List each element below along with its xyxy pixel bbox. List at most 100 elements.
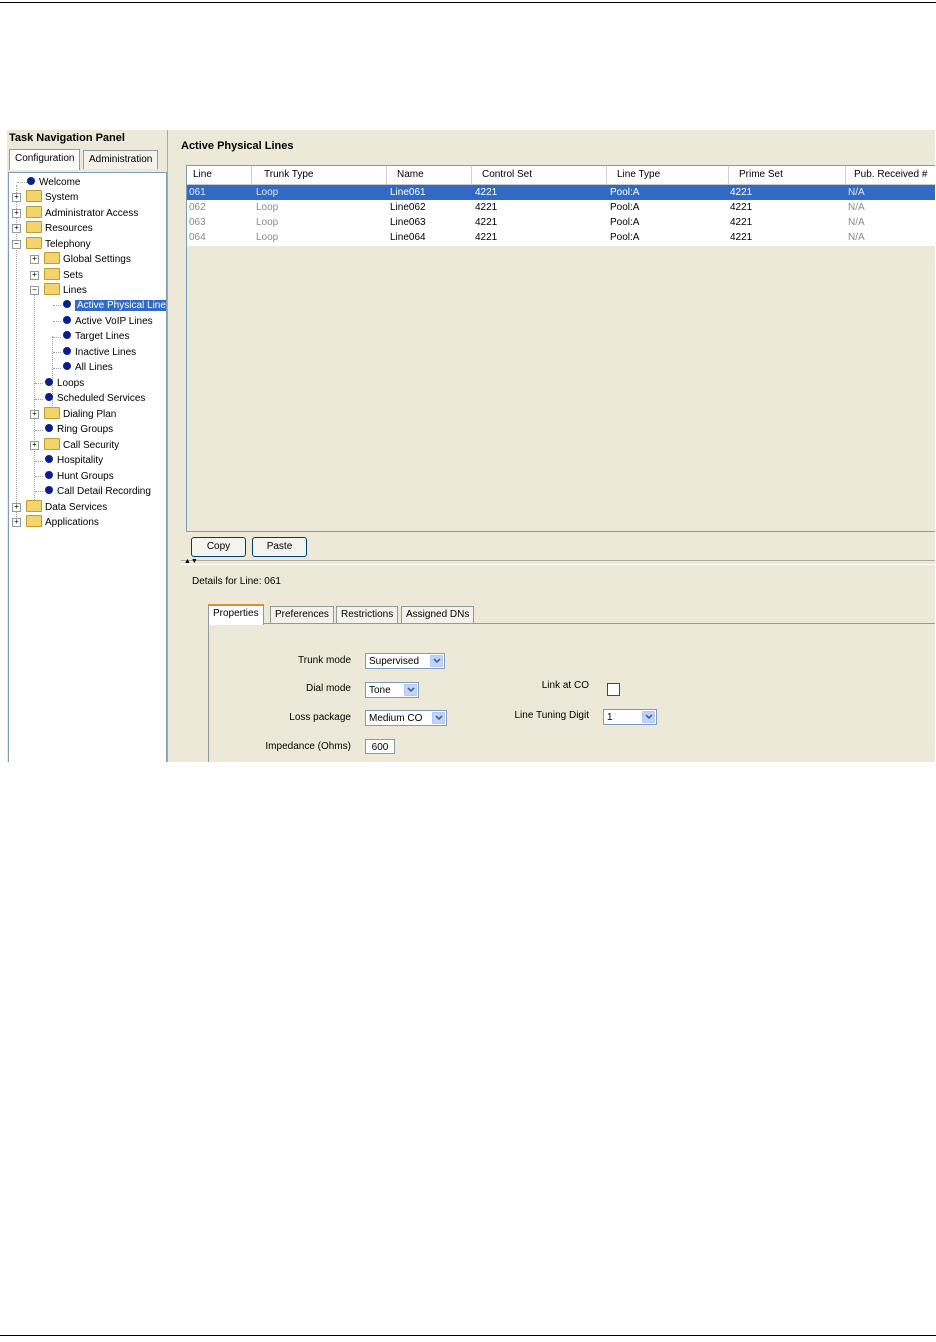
table-cell: 4221 [475,232,498,243]
tree-item-label: Dialing Plan [63,409,117,420]
tree-item-resources[interactable]: + Resources [12,221,93,236]
tree-item-ring-groups[interactable]: Ring Groups [45,422,113,437]
folder-icon [26,221,42,234]
tab-restrictions[interactable]: Restrictions [336,606,399,623]
column-header-pub-received[interactable]: Pub. Received # [846,166,935,184]
tree-item-target-lines[interactable]: Target Lines [63,329,129,344]
tree-item-label: Hospitality [57,455,104,466]
table-cell: N/A [848,187,865,198]
collapse-icon[interactable]: − [12,240,21,249]
copy-button[interactable]: Copy [191,537,246,557]
tree-item-applications[interactable]: + Applications [12,515,99,530]
table-cell: Loop [256,187,279,198]
tree-item-active-physical-lines[interactable]: Active Physical Line [63,298,166,313]
tree-item-all-lines[interactable]: All Lines [63,360,113,375]
tree-item-active-voip-lines[interactable]: Active VoIP Lines [63,314,153,329]
tree-item-system[interactable]: + System [12,190,78,205]
tree-connector [35,430,43,431]
tree-connector [35,383,43,384]
table-cell: 4221 [475,217,498,228]
tab-preferences[interactable]: Preferences [270,606,334,623]
split-divider[interactable] [181,560,935,565]
panel-splitter[interactable] [167,130,172,762]
tree-item-scheduled-services[interactable]: Scheduled Services [45,391,145,406]
trunk-mode-value: Supervised [369,656,420,667]
tree-item-label: Loops [57,378,85,389]
tree-item-data-services[interactable]: + Data Services [12,500,107,515]
folder-icon [44,438,60,451]
tab-administration[interactable]: Administration [83,150,159,169]
column-header-line[interactable]: Line [187,166,252,184]
line-tuning-digit-select[interactable]: 1 [603,709,657,725]
table-cell: 4221 [730,232,753,243]
tree-connector [35,491,43,492]
folder-icon [26,515,42,528]
dial-mode-value: Tone [369,685,391,696]
link-at-co-checkbox[interactable] [607,683,620,696]
tree-connector [53,352,61,353]
column-header-name[interactable]: Name [387,166,472,184]
tree-item-label: Active Physical Line [75,300,166,311]
trunk-mode-select[interactable]: Supervised [365,653,445,669]
tab-properties[interactable]: Properties [208,604,264,625]
tree-connector [53,337,61,338]
collapse-icon[interactable]: − [30,286,39,295]
expand-icon[interactable]: + [12,209,21,218]
expand-icon[interactable]: + [30,410,39,419]
tree-item-welcome[interactable]: Welcome [27,175,81,190]
page-title: Active Physical Lines [181,140,294,152]
nav-panel-title: Task Navigation Panel [9,132,125,144]
expand-icon[interactable]: + [12,193,21,202]
expand-icon[interactable]: + [12,518,21,527]
chevron-down-icon[interactable] [642,711,655,723]
tree-item-call-security[interactable]: + Call Security [30,438,120,453]
column-header-control-set[interactable]: Control Set [472,166,607,184]
tree-item-sets[interactable]: + Sets [30,268,83,283]
tree-item-telephony[interactable]: − Telephony [12,237,91,252]
chevron-down-icon[interactable] [404,684,417,696]
expand-icon[interactable]: + [30,441,39,450]
column-header-trunk-type[interactable]: Trunk Type [252,166,387,184]
tree-item-hospitality[interactable]: Hospitality [45,453,103,468]
tree-item-lines[interactable]: − Lines [30,283,87,298]
tree-item-dialing-plan[interactable]: + Dialing Plan [30,407,117,422]
table-row[interactable]: 063 Loop Line063 4221 Pool:A 4221 N/A [187,215,935,230]
impedance-field[interactable]: 600 [365,739,395,754]
table-cell: 4221 [475,202,498,213]
table-cell: N/A [848,232,865,243]
expand-icon[interactable]: + [12,503,21,512]
tree-item-label: Hunt Groups [57,471,114,482]
leaf-bullet-icon [63,316,71,325]
expand-icon[interactable]: + [30,255,39,264]
tree-item-call-detail-recording[interactable]: Call Detail Recording [45,484,151,499]
tree-item-administrator-access[interactable]: + Administrator Access [12,206,138,221]
chevron-down-icon[interactable] [432,712,445,724]
column-header-line-type[interactable]: Line Type [607,166,729,184]
table-row[interactable]: 061 Loop Line061 4221 Pool:A 4221 N/A [187,185,935,200]
table-row[interactable]: 062 Loop Line062 4221 Pool:A 4221 N/A [187,200,935,215]
table-body: 061 Loop Line061 4221 Pool:A 4221 N/A 06… [187,185,935,246]
column-header-prime-set[interactable]: Prime Set [729,166,846,184]
tab-configuration[interactable]: Configuration [9,149,81,170]
tree-item-label: Call Security [63,440,120,451]
collapse-arrows-icon[interactable]: ▲▼ [184,558,198,565]
tree-item-loops[interactable]: Loops [45,376,84,391]
tree-item-label: Applications [45,517,99,528]
table-cell: N/A [848,217,865,228]
chevron-down-icon[interactable] [430,655,443,667]
tree-item-hunt-groups[interactable]: Hunt Groups [45,469,114,484]
expand-icon[interactable]: + [30,271,39,280]
tree-item-global-settings[interactable]: + Global Settings [30,252,131,267]
page-bottom-rule [0,1335,936,1336]
expand-icon[interactable]: + [12,224,21,233]
loss-package-select[interactable]: Medium CO [365,710,447,726]
paste-button[interactable]: Paste [252,537,307,557]
dial-mode-select[interactable]: Tone [365,682,419,698]
tab-assigned-dns[interactable]: Assigned DNs [401,606,475,623]
loss-package-label: Loss package [289,712,351,723]
tree-item-label: Telephony [45,239,91,250]
table-row[interactable]: 064 Loop Line064 4221 Pool:A 4221 N/A [187,230,935,245]
table-cell: 063 [189,217,206,228]
lines-table: Line Trunk Type Name Control Set Line Ty… [186,165,935,532]
tree-item-inactive-lines[interactable]: Inactive Lines [63,345,136,360]
